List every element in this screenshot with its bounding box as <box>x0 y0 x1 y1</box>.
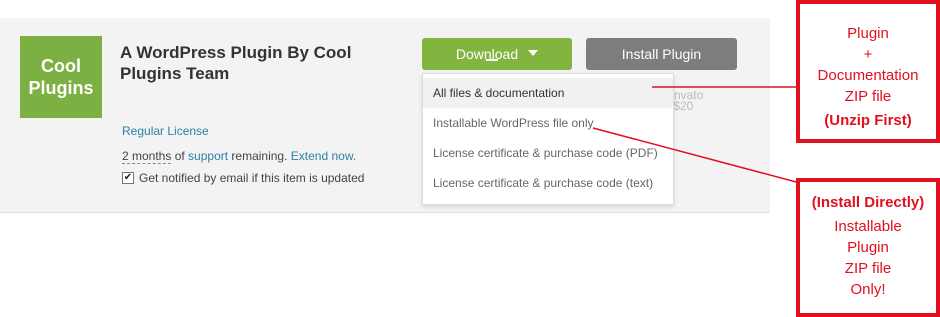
connector-line-bottom <box>592 127 801 184</box>
callout-top-line-2: + <box>863 46 873 63</box>
callout-bottom-line-1: (Install Directly) <box>811 194 925 211</box>
annotation-callout-top: Plugin + Documentation ZIP file (Unzip F… <box>796 0 940 143</box>
callout-bottom-line-2: Installable <box>834 218 902 235</box>
callout-top-line-4: ZIP file <box>844 88 892 105</box>
callout-top-line-1: Plugin <box>847 25 889 42</box>
callout-bottom-line-3: Plugin <box>847 239 889 256</box>
annotation-callout-bottom: (Install Directly) Installable Plugin ZI… <box>796 178 940 317</box>
callout-top-line-5: (Unzip First) <box>824 112 912 129</box>
callout-bottom-line-4: ZIP file <box>844 260 892 277</box>
callout-bottom-line-5: Only! <box>850 281 886 298</box>
callout-top-line-3: Documentation <box>817 67 919 84</box>
